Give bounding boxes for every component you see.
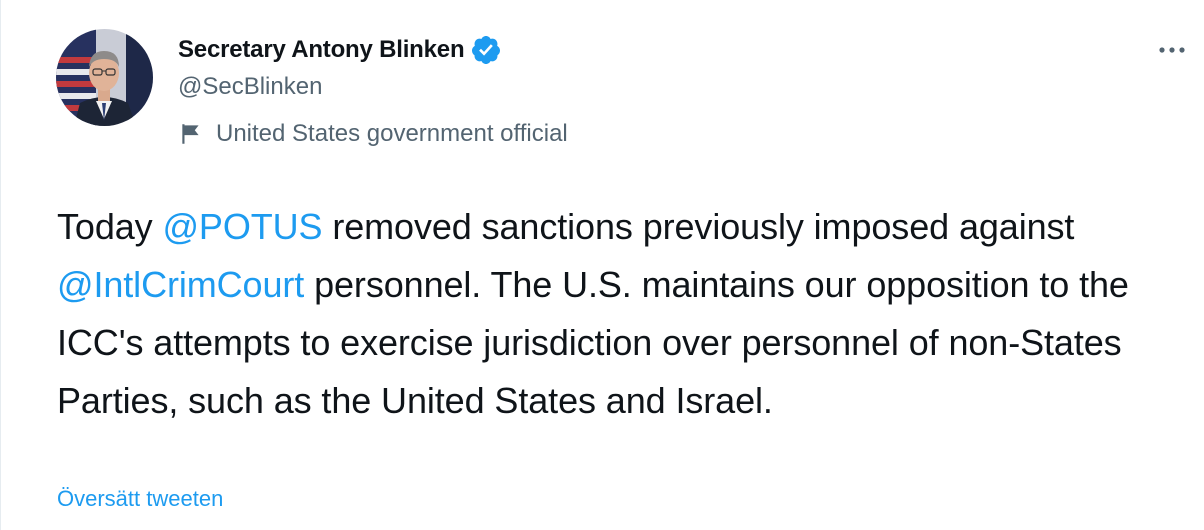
tweet-card: Secretary Antony Blinken @SecBlinken Uni… bbox=[0, 0, 1204, 530]
more-dots-icon bbox=[1159, 47, 1185, 53]
tweet-text: Today @POTUS removed sanctions previousl… bbox=[57, 198, 1197, 430]
avatar[interactable] bbox=[56, 29, 153, 126]
government-label[interactable]: United States government official bbox=[178, 120, 568, 148]
author-display-name[interactable]: Secretary Antony Blinken bbox=[178, 36, 465, 64]
more-options-button[interactable] bbox=[1152, 30, 1192, 70]
flag-icon bbox=[182, 124, 199, 144]
tweet-text-part: Today bbox=[57, 206, 163, 247]
author-handle[interactable]: @SecBlinken bbox=[178, 73, 322, 101]
verified-badge-icon bbox=[472, 36, 501, 64]
government-label-text: United States government official bbox=[216, 120, 568, 147]
translate-tweet-link[interactable]: Översätt tweeten bbox=[57, 486, 223, 512]
tweet-text-part: removed sanctions previously imposed aga… bbox=[322, 206, 1075, 247]
mention-intlcrimcourt-link[interactable]: @IntlCrimCourt bbox=[57, 264, 304, 305]
mention-potus-link[interactable]: @POTUS bbox=[162, 206, 322, 247]
